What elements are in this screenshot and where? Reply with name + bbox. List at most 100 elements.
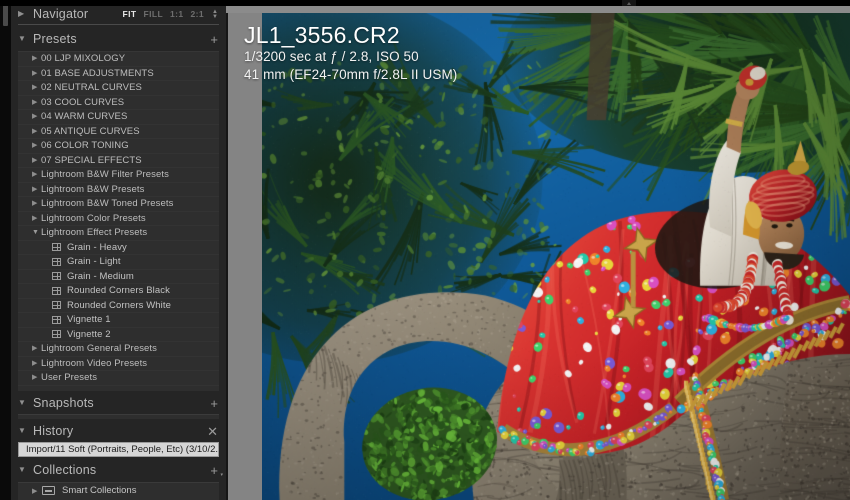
- preset-item[interactable]: Rounded Corners Black: [18, 284, 219, 299]
- preset-folder[interactable]: ▶ 02 NEUTRAL CURVES: [18, 81, 219, 96]
- preset-folder[interactable]: ▶ 05 ANTIQUE CURVES: [18, 125, 219, 139]
- preset-folder[interactable]: ▶ 06 COLOR TONING: [18, 139, 219, 154]
- triangle-right-icon[interactable]: ▶: [32, 200, 41, 207]
- preset-folder[interactable]: ▶ 00 LJP MIXOLOGY: [18, 52, 219, 67]
- presets-list[interactable]: ▶ 00 LJP MIXOLOGY ▶ 01 BASE ADJUSTMENTS ▶ 02 …: [18, 51, 219, 391]
- preset-label: Lightroom B&W Presets: [41, 183, 145, 195]
- zoom-2to1-button[interactable]: 2:1: [191, 9, 205, 19]
- preset-folder[interactable]: ▶ 01 BASE ADJUSTMENTS: [18, 67, 219, 81]
- triangle-right-icon[interactable]: ▶: [32, 128, 41, 135]
- preset-item[interactable]: Rounded Corners White: [18, 299, 219, 313]
- preset-label: 04 WARM CURVES: [41, 111, 128, 123]
- preset-folder[interactable]: ▶ User Presets: [18, 371, 219, 386]
- navigator-zoom-controls: FIT FILL 1:1 2:1 ▲ ▼: [123, 9, 218, 20]
- preset-label: Vignette 1: [67, 314, 111, 326]
- add-collection-button[interactable]: +: [210, 464, 222, 478]
- snapshots-list[interactable]: [18, 414, 219, 419]
- clear-history-button[interactable]: ✕: [207, 425, 218, 438]
- preset-label: 07 SPECIAL EFFECTS: [41, 154, 142, 166]
- triangle-right-icon[interactable]: ▶: [32, 171, 41, 178]
- preset-grid-icon: [52, 257, 61, 266]
- triangle-right-icon[interactable]: ▶: [32, 487, 42, 495]
- preset-label: Lightroom B&W Toned Presets: [41, 198, 174, 210]
- triangle-right-icon[interactable]: ▶: [32, 142, 41, 149]
- snapshots-header[interactable]: ▼ Snapshots +: [11, 393, 226, 413]
- triangle-down-icon[interactable]: ▼: [32, 229, 41, 236]
- preset-label: 00 LJP MIXOLOGY: [41, 53, 126, 65]
- preset-folder[interactable]: ▶ Lightroom B&W Filter Presets: [18, 168, 219, 183]
- preset-folder[interactable]: ▶ Lightroom General Presets: [18, 342, 219, 357]
- preset-label: Lightroom B&W Filter Presets: [41, 169, 169, 181]
- preset-folder[interactable]: ▶ Lightroom B&W Presets: [18, 183, 219, 197]
- zoom-1to1-button[interactable]: 1:1: [170, 9, 184, 19]
- collections-list[interactable]: ▶ Smart Collections: [18, 482, 219, 500]
- preset-folder[interactable]: ▼ Lightroom Effect Presets: [18, 226, 219, 241]
- preset-label: Grain - Heavy: [67, 241, 127, 253]
- snapshots-title: Snapshots: [33, 396, 94, 410]
- preset-label: User Presets: [41, 372, 98, 384]
- preset-grid-icon: [52, 272, 61, 281]
- preset-folder[interactable]: ▶ 07 SPECIAL EFFECTS: [18, 154, 219, 168]
- triangle-right-icon[interactable]: ▶: [32, 99, 41, 106]
- triangle-right-icon[interactable]: ▶: [32, 374, 41, 381]
- preset-label: Rounded Corners White: [67, 299, 172, 311]
- triangle-down-icon[interactable]: ▼: [18, 399, 26, 407]
- preset-item[interactable]: Grain - Light: [18, 255, 219, 270]
- triangle-down-icon[interactable]: ▼: [18, 35, 26, 43]
- triangle-right-icon[interactable]: ▶: [32, 186, 41, 193]
- preset-folder[interactable]: ▶ Lightroom B&W Toned Presets: [18, 197, 219, 212]
- preset-item[interactable]: Vignette 1: [18, 313, 219, 328]
- preset-folder[interactable]: ▶ Lightroom Video Presets: [18, 357, 219, 371]
- preset-item[interactable]: Grain - Heavy: [18, 241, 219, 255]
- history-header[interactable]: ▼ History ✕: [11, 421, 226, 441]
- preset-folder[interactable]: ▶ 04 WARM CURVES: [18, 110, 219, 125]
- triangle-right-icon[interactable]: ▶: [32, 345, 41, 352]
- preset-label: Vignette 2: [67, 328, 111, 340]
- panel-divider[interactable]: [226, 0, 262, 500]
- preset-grid-icon: [52, 243, 61, 252]
- preset-folder[interactable]: ▶ Lightroom Color Presets: [18, 212, 219, 226]
- triangle-right-icon[interactable]: ▶: [32, 55, 41, 62]
- preset-item[interactable]: Vignette 2: [18, 328, 219, 342]
- triangle-right-icon[interactable]: ▶: [32, 157, 41, 164]
- chevron-updown-icon[interactable]: ▲ ▼: [212, 9, 218, 20]
- preset-label: Grain - Light: [67, 256, 121, 268]
- triangle-right-icon[interactable]: ▶: [32, 113, 41, 120]
- preset-label: 06 COLOR TONING: [41, 140, 129, 152]
- collection-item-smart-collections[interactable]: ▶ Smart Collections: [18, 483, 219, 498]
- collection-item-label: Smart Collections: [62, 485, 137, 496]
- zoom-fit-button[interactable]: FIT: [123, 9, 137, 19]
- presets-title: Presets: [33, 32, 77, 46]
- triangle-right-icon[interactable]: ▶: [32, 70, 41, 77]
- preset-item[interactable]: Grain - Medium: [18, 270, 219, 284]
- photo-viewport[interactable]: [262, 13, 850, 500]
- triangle-right-icon[interactable]: ▶: [32, 360, 41, 367]
- window-top-strip: [226, 6, 850, 13]
- zoom-fill-button[interactable]: FILL: [144, 9, 164, 19]
- collection-box-icon: [42, 486, 55, 495]
- panel-scrollbar-track[interactable]: [0, 0, 11, 500]
- left-side-panel: ▶ Navigator FIT FILL 1:1 2:1 ▲ ▼ ▼ Preset…: [0, 0, 226, 500]
- panel-content: ▶ Navigator FIT FILL 1:1 2:1 ▲ ▼ ▼ Preset…: [11, 0, 226, 500]
- preset-label: 05 ANTIQUE CURVES: [41, 125, 140, 137]
- preset-folder[interactable]: ▶ 03 COOL CURVES: [18, 96, 219, 110]
- navigator-title: Navigator: [33, 7, 89, 21]
- triangle-down-icon[interactable]: ▼: [18, 466, 26, 474]
- preset-label: Lightroom General Presets: [41, 343, 158, 355]
- triangle-right-icon[interactable]: ▶: [32, 84, 41, 91]
- navigator-header[interactable]: ▶ Navigator FIT FILL 1:1 2:1 ▲ ▼: [11, 4, 226, 24]
- triangle-down-icon[interactable]: ▼: [18, 427, 26, 435]
- toolbar-collapse-arrow[interactable]: [622, 0, 636, 6]
- navigator-divider: [18, 24, 219, 25]
- triangle-right-icon[interactable]: ▶: [18, 10, 26, 18]
- preset-grid-icon: [52, 330, 61, 339]
- triangle-right-icon[interactable]: ▶: [32, 215, 41, 222]
- history-entry-selected[interactable]: Import/11 Soft (Portraits, People, Etc) …: [18, 442, 219, 457]
- add-preset-button[interactable]: +: [210, 33, 218, 46]
- panel-divider-edge: [226, 0, 228, 500]
- presets-header[interactable]: ▼ Presets +: [11, 29, 226, 49]
- preset-grid-icon: [52, 301, 61, 310]
- add-snapshot-button[interactable]: +: [210, 397, 218, 410]
- collections-header[interactable]: ▼ Collections +: [11, 460, 226, 480]
- window-titlebar: [0, 0, 850, 6]
